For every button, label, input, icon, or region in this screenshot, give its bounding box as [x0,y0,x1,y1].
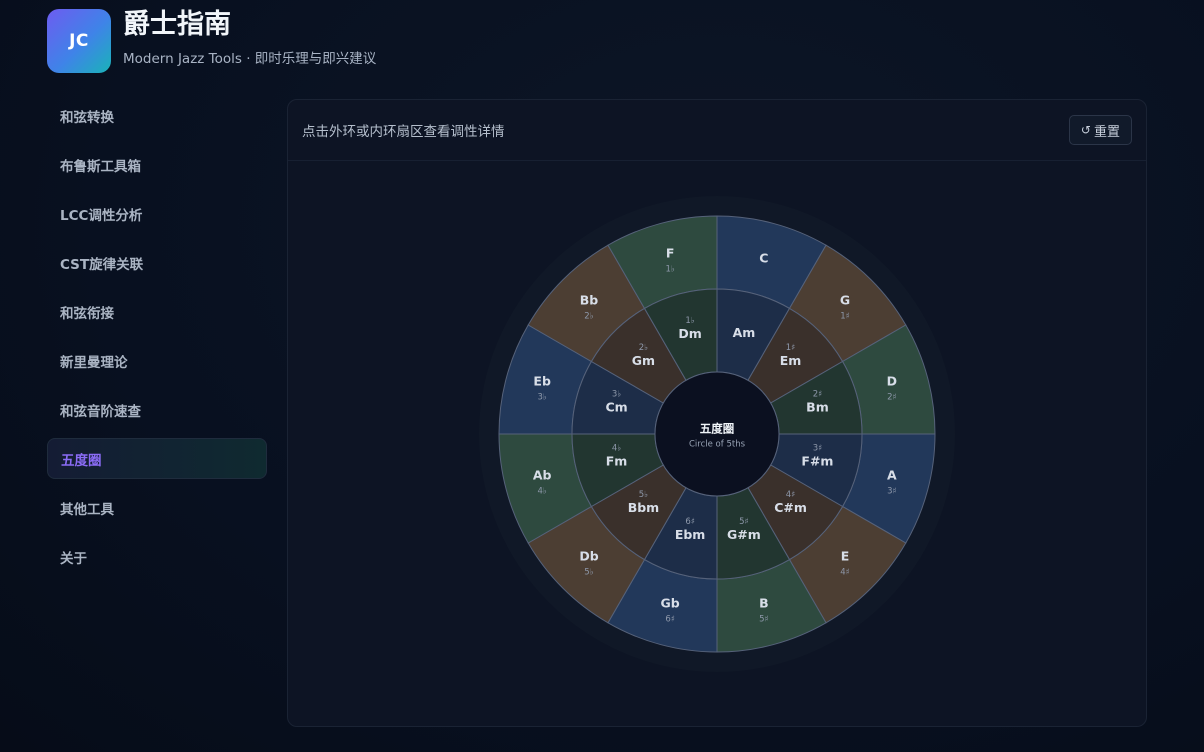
minor-signature-label: 1♯ [786,343,796,353]
sidebar-item-chord-connection[interactable]: 和弦衔接 [47,291,267,332]
circle-panel: 点击外环或内环扇区查看调性详情 ↺ 重置 C Am G 1♯ 1♯ Em D 2♯ 2♯ Bm A 3… [287,99,1147,727]
major-key-label: Db [579,548,598,563]
circle-of-fifths: CAmG1♯1♯EmD2♯2♯BmA3♯3♯F#mE4♯4♯C#mB5♯5♯G#… [479,196,955,672]
major-key-label: Gb [661,595,680,610]
major-key-label: Bb [580,293,599,308]
sidebar-item-chord-conversion[interactable]: 和弦转换 [47,95,267,136]
major-key-label: Ab [533,467,552,482]
reset-label: 重置 [1093,124,1120,140]
sidebar-item-cst-melody[interactable]: CST旋律关联 [47,242,267,283]
minor-signature-label: 5♯ [739,517,749,527]
title-block: 爵士指南 Modern Jazz Tools · 即时乐理与即兴建议 [123,9,377,67]
app-title: 爵士指南 [123,9,231,40]
reset-button[interactable]: ↺ 重置 [1068,115,1132,145]
minor-key-label: F#m [801,453,833,468]
sidebar-item-chord-scale[interactable]: 和弦音阶速查 [47,389,267,430]
major-signature-label: 2♯ [887,393,897,403]
minor-signature-label: 2♭ [639,343,648,353]
major-signature-label: 4♭ [537,486,546,496]
minor-key-label: Fm [606,453,628,468]
minor-key-label: Bbm [628,500,660,515]
sidebar-item-other-tools[interactable]: 其他工具 [47,487,267,528]
minor-signature-label: 2♯ [813,390,823,400]
minor-key-label: Bm [806,400,829,415]
minor-signature-label: 5♭ [639,490,648,500]
panel-hint: 点击外环或内环扇区查看调性详情 [302,124,505,140]
sidebar-item-circle-of-fifths[interactable]: 五度圈 [47,438,267,479]
sidebar-item-blues-toolbox[interactable]: 布鲁斯工具箱 [47,144,267,185]
refresh-icon: ↺ [1080,123,1091,137]
sidebar-item-neo-riemannian[interactable]: 新里曼理论 [47,340,267,381]
major-key-label: G [840,293,850,308]
minor-key-label: Dm [678,326,701,341]
major-key-label: A [887,467,897,482]
major-signature-label: 6♯ [665,614,675,624]
major-key-label: Eb [533,374,551,389]
panel-header: 点击外环或内环扇区查看调性详情 ↺ 重置 [288,100,1146,161]
center-subtitle: Circle of 5ths [689,440,746,450]
minor-key-label: C#m [774,500,807,515]
minor-key-label: Am [733,325,756,340]
minor-key-label: G#m [727,527,761,542]
app-logo: JC [47,9,111,73]
minor-signature-label: 4♭ [612,443,621,453]
minor-signature-label: 1♭ [685,316,694,326]
major-signature-label: 1♭ [665,265,674,275]
major-key-label: C [759,251,768,266]
sidebar-item-lcc-analysis[interactable]: LCC调性分析 [47,193,267,234]
major-signature-label: 3♭ [537,393,546,403]
minor-key-label: Gm [632,353,655,368]
minor-key-label: Cm [605,400,627,415]
major-key-label: B [759,595,769,610]
minor-signature-label: 6♯ [685,517,695,527]
major-signature-label: 3♯ [887,486,897,496]
minor-key-label: Em [780,353,802,368]
minor-key-label: Ebm [675,527,706,542]
sidebar-item-about[interactable]: 关于 [47,536,267,577]
major-signature-label: 4♯ [840,567,850,577]
minor-signature-label: 3♯ [813,443,823,453]
major-key-label: F [666,246,675,261]
major-signature-label: 2♭ [584,312,593,322]
major-signature-label: 5♭ [584,567,593,577]
major-signature-label: 1♯ [840,312,850,322]
major-signature-label: 5♯ [759,614,769,624]
app-header: JC 爵士指南 Modern Jazz Tools · 即时乐理与即兴建议 [47,9,376,73]
sidebar: 和弦转换 布鲁斯工具箱 LCC调性分析 CST旋律关联 和弦衔接 新里曼理论 和… [47,95,267,585]
minor-signature-label: 4♯ [786,490,796,500]
minor-signature-label: 3♭ [612,390,621,400]
major-key-label: D [887,374,897,389]
major-key-label: E [841,548,850,563]
center-title: 五度圈 [700,422,735,436]
app-subtitle: Modern Jazz Tools · 即时乐理与即兴建议 [123,51,377,67]
